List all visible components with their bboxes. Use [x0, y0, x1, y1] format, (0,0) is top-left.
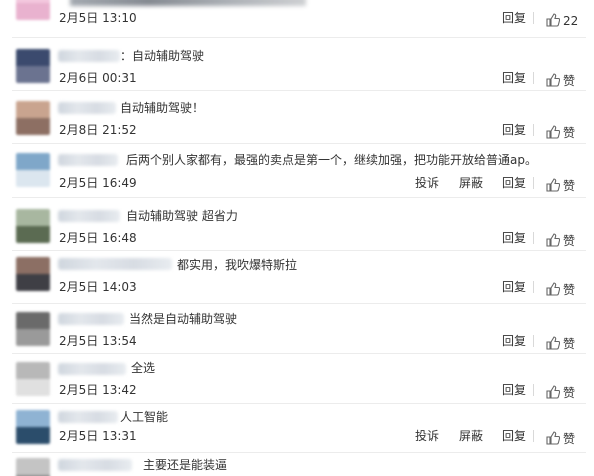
- thumbs-up-icon: [546, 233, 560, 247]
- action-separator: [533, 232, 534, 244]
- avatar[interactable]: [16, 312, 50, 346]
- blurred-username[interactable]: [58, 210, 120, 222]
- comment-timestamp: 2月5日 13:42: [59, 383, 137, 397]
- comment-text: 主要还是能装逼: [143, 458, 228, 472]
- comment-item: ：自动辅助驾驶 2月6日 00:31 回复 赞: [0, 38, 594, 91]
- comment-item: 2月5日 13:10 回复 22: [0, 0, 594, 38]
- thumbs-up-icon: [546, 13, 560, 27]
- comment-text: 都实用，我吹爆特斯拉: [177, 258, 298, 272]
- reply-button[interactable]: 回复: [502, 175, 526, 191]
- action-separator: [533, 335, 534, 347]
- thumbs-up-icon: [546, 125, 560, 139]
- action-separator: [533, 12, 534, 24]
- comment-timestamp: 2月5日 13:31: [59, 429, 137, 443]
- avatar[interactable]: [16, 410, 50, 444]
- avatar[interactable]: [16, 362, 50, 396]
- comment-item: 都实用，我吹爆特斯拉 2月5日 14:03 回复 赞: [0, 251, 594, 304]
- report-button[interactable]: 投诉: [415, 428, 439, 444]
- like-count: 22: [563, 14, 579, 28]
- like-label: 赞: [563, 74, 576, 88]
- comment-item: 自动辅助驾驶！ 2月8日 21:52 回复 赞: [0, 91, 594, 144]
- thumbs-up-icon: [546, 385, 560, 399]
- block-button[interactable]: 屏蔽: [459, 175, 483, 191]
- comment-text: 后两个别人家都有，最强的卖点是第一个，继续加强，把功能开放给普通ap。: [126, 153, 537, 167]
- action-separator: [533, 177, 534, 189]
- report-button[interactable]: 投诉: [415, 175, 439, 191]
- comment-text: 当然是自动辅助驾驶: [129, 312, 238, 326]
- avatar[interactable]: [16, 209, 50, 243]
- avatar[interactable]: [16, 458, 50, 476]
- thumbs-up-icon: [546, 73, 560, 87]
- reply-button[interactable]: 回复: [502, 333, 526, 349]
- comment-timestamp: 2月5日 13:54: [59, 334, 137, 348]
- like-label: 赞: [563, 283, 576, 297]
- reply-button[interactable]: 回复: [502, 428, 526, 444]
- action-separator: [533, 430, 534, 442]
- blurred-comment-text: [70, 0, 306, 6]
- blurred-username[interactable]: [58, 154, 118, 166]
- like-button[interactable]: 赞: [546, 428, 576, 446]
- comment-item: 当然是自动辅助驾驶 2月5日 13:54 回复 赞: [0, 304, 594, 354]
- comment-item: 主要还是能装逼: [0, 453, 594, 476]
- like-button[interactable]: 赞: [546, 382, 576, 400]
- comment-text: 自动辅助驾驶！: [120, 101, 205, 115]
- like-label: 赞: [563, 179, 576, 193]
- like-label: 赞: [563, 234, 576, 248]
- comment-text: 全选: [131, 361, 156, 375]
- like-button[interactable]: 赞: [546, 122, 576, 140]
- blurred-username[interactable]: [58, 102, 116, 114]
- reply-button[interactable]: 回复: [502, 382, 526, 398]
- blurred-username[interactable]: [58, 411, 118, 423]
- action-separator: [533, 384, 534, 396]
- like-button[interactable]: 22: [546, 10, 579, 28]
- thumbs-up-icon: [546, 431, 560, 445]
- comment-timestamp: 2月5日 16:49: [59, 176, 137, 190]
- like-label: 赞: [563, 337, 576, 351]
- comment-timestamp: 2月5日 13:10: [59, 11, 137, 25]
- avatar[interactable]: [16, 101, 50, 135]
- blurred-username[interactable]: [58, 313, 124, 325]
- like-button[interactable]: 赞: [546, 230, 576, 248]
- blurred-username[interactable]: [58, 363, 126, 375]
- action-separator: [533, 124, 534, 136]
- reply-button[interactable]: 回复: [502, 70, 526, 86]
- like-label: 赞: [563, 386, 576, 400]
- comment-text: 人工智能: [120, 410, 169, 424]
- reply-button[interactable]: 回复: [502, 230, 526, 246]
- action-separator: [533, 72, 534, 84]
- comment-timestamp: 2月5日 14:03: [59, 280, 137, 294]
- comment-list: 2月5日 13:10 回复 22 ：自动辅助驾驶 2月6日 00:31 回复 赞: [0, 0, 594, 476]
- blurred-username[interactable]: [58, 258, 172, 270]
- blurred-username[interactable]: [58, 459, 132, 471]
- thumbs-up-icon: [546, 336, 560, 350]
- like-button[interactable]: 赞: [546, 175, 576, 193]
- reply-button[interactable]: 回复: [502, 122, 526, 138]
- like-label: 赞: [563, 126, 576, 140]
- comment-item: 后两个别人家都有，最强的卖点是第一个，继续加强，把功能开放给普通ap。 2月5日…: [0, 144, 594, 198]
- reply-button[interactable]: 回复: [502, 279, 526, 295]
- like-button[interactable]: 赞: [546, 279, 576, 297]
- avatar[interactable]: [16, 153, 50, 187]
- comment-text: ：自动辅助驾驶: [120, 49, 205, 63]
- avatar[interactable]: [16, 257, 50, 291]
- comment-item: 人工智能 2月5日 13:31 投诉 屏蔽 回复 赞: [0, 404, 594, 453]
- avatar[interactable]: [16, 49, 50, 83]
- like-button[interactable]: 赞: [546, 70, 576, 88]
- thumbs-up-icon: [546, 178, 560, 192]
- reply-button[interactable]: 回复: [502, 10, 526, 26]
- thumbs-up-icon: [546, 282, 560, 296]
- comment-timestamp: 2月6日 00:31: [59, 71, 137, 85]
- blurred-username[interactable]: [58, 50, 120, 62]
- comment-timestamp: 2月8日 21:52: [59, 123, 137, 137]
- comment-item: 自动辅助驾驶 超省力 2月5日 16:48 回复 赞: [0, 198, 594, 251]
- avatar[interactable]: [16, 0, 50, 20]
- like-button[interactable]: 赞: [546, 333, 576, 351]
- block-button[interactable]: 屏蔽: [459, 428, 483, 444]
- action-separator: [533, 281, 534, 293]
- comment-text: 自动辅助驾驶 超省力: [126, 209, 238, 223]
- comment-page: 2月5日 13:10 回复 22 ：自动辅助驾驶 2月6日 00:31 回复 赞: [0, 0, 594, 476]
- comment-item: 全选 2月5日 13:42 回复 赞: [0, 354, 594, 404]
- comment-timestamp: 2月5日 16:48: [59, 231, 137, 245]
- like-label: 赞: [563, 432, 576, 446]
